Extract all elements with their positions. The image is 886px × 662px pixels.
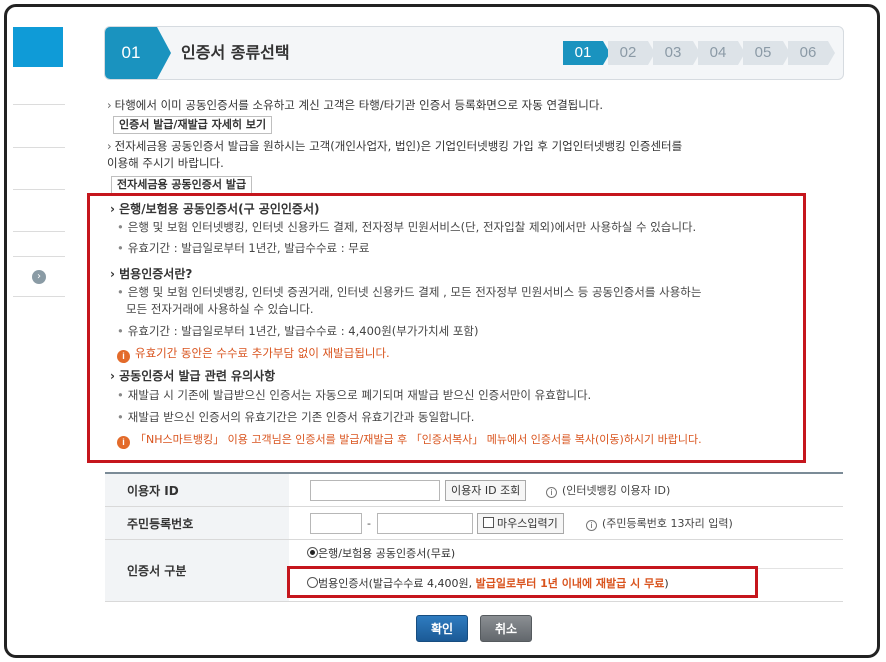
confirm-button[interactable]: 확인 bbox=[416, 615, 468, 642]
mouse-keypad-button[interactable]: 마우스입력기 bbox=[477, 513, 564, 534]
option-highlight-box bbox=[287, 566, 758, 598]
section-title-general-cert: › 범용인증서란? bbox=[110, 267, 193, 281]
bullet-icon: • bbox=[117, 410, 124, 424]
intro-line-1: › 타행에서 이미 공동인증서를 소유하고 계신 고객은 타행/타기관 인증서 등… bbox=[107, 98, 604, 112]
rrn-front-input[interactable] bbox=[310, 513, 362, 534]
bullet-icon: › bbox=[110, 369, 115, 383]
row-rrn: 주민등록번호 - 마우스입력기 i (주민등록번호 13자리 입력) bbox=[105, 507, 843, 540]
notice-item: • 은행 및 보험 인터넷뱅킹, 인터넷 신용카드 결제, 전자정부 민원서비스(… bbox=[117, 220, 697, 234]
checkbox-icon[interactable] bbox=[483, 517, 494, 528]
intro-line-2: › 전자세금용 공동인증서 발급을 원하시는 고객(개인사업자, 법인)은 기업인… bbox=[107, 139, 683, 170]
notice-item: • 재발급 받으신 인증서의 유효기간은 기존 인증서 유효기간과 동일합니다. bbox=[117, 410, 475, 424]
step-header: 01 인증서 종류선택 01 02 03 04 05 06 bbox=[104, 26, 844, 80]
info-icon: i bbox=[546, 487, 557, 498]
step-indicator: 01 02 03 04 05 06 bbox=[563, 41, 835, 65]
rrn-back-input[interactable] bbox=[377, 513, 473, 534]
sidebar-divider bbox=[13, 104, 65, 105]
info-warning-icon: i bbox=[117, 436, 130, 449]
sidebar-divider bbox=[13, 147, 65, 148]
section-title-bank-cert: › 은행/보험용 공동인증서(구 공인인증서) bbox=[110, 202, 320, 216]
user-id-hint: i (인터넷뱅킹 이용자 ID) bbox=[546, 480, 670, 501]
bullet-icon: • bbox=[117, 241, 124, 255]
sidebar-divider bbox=[13, 256, 65, 257]
rrn-label: 주민등록번호 bbox=[105, 507, 289, 539]
notice-item: • 재발급 시 기존에 발급받으신 인증서는 자동으로 폐기되며 재발급 받으신 … bbox=[117, 388, 592, 402]
sidebar-divider bbox=[13, 231, 65, 232]
step-4: 04 bbox=[698, 41, 745, 65]
sidebar-active-tab[interactable] bbox=[13, 27, 63, 67]
bullet-icon: • bbox=[117, 220, 124, 234]
bullet-icon: • bbox=[117, 388, 124, 402]
info-icon: i bbox=[586, 520, 597, 531]
step-6: 06 bbox=[788, 41, 835, 65]
bullet-icon: › bbox=[107, 139, 112, 153]
radio-checked-icon[interactable] bbox=[307, 547, 318, 558]
rrn-hint: i (주민등록번호 13자리 입력) bbox=[586, 513, 733, 534]
rrn-dash: - bbox=[367, 517, 371, 530]
notice-warning: i 유효기간 동안은 수수료 추가부담 없이 재발급됩니다. bbox=[117, 345, 390, 363]
current-step-number: 01 bbox=[105, 27, 157, 79]
bullet-icon: › bbox=[110, 267, 115, 281]
cert-form: 이용자 ID 이용자 ID 조회 i (인터넷뱅킹 이용자 ID) 주민등록번호 … bbox=[105, 472, 843, 602]
sidebar-divider bbox=[13, 296, 65, 297]
notice-warning: i 「NH스마트뱅킹」 이용 고객님은 인증서를 발급/재발급 후 「인증서복사」… bbox=[117, 431, 702, 449]
tax-cert-issue-button[interactable]: 전자세금용 공동인증서 발급 bbox=[111, 176, 253, 194]
sidebar-expand-icon[interactable]: › bbox=[32, 270, 46, 284]
step-arrow-icon bbox=[157, 27, 171, 79]
step-5: 05 bbox=[743, 41, 790, 65]
cancel-button[interactable]: 취소 bbox=[480, 615, 532, 642]
cert-type-label: 인증서 구분 bbox=[105, 540, 289, 601]
bullet-icon: › bbox=[110, 202, 115, 216]
window-frame: › 01 인증서 종류선택 01 02 03 04 05 06 › 타행에서 이미… bbox=[4, 4, 880, 658]
notice-item: • 유효기간 : 발급일로부터 1년간, 발급수수료 : 무료 bbox=[117, 241, 370, 255]
step-3: 03 bbox=[653, 41, 700, 65]
info-warning-icon: i bbox=[117, 350, 130, 363]
cert-issue-detail-button[interactable]: 인증서 발급/재발급 자세히 보기 bbox=[113, 116, 273, 134]
bullet-icon: • bbox=[117, 324, 124, 338]
notice-item: • 은행 및 보험 인터넷뱅킹, 인터넷 증권거래, 인터넷 신용카드 결제 , … bbox=[117, 285, 702, 316]
user-id-lookup-button[interactable]: 이용자 ID 조회 bbox=[445, 480, 527, 501]
section-title-precautions: › 공동인증서 발급 관련 유의사항 bbox=[110, 369, 276, 383]
bullet-icon: › bbox=[107, 98, 112, 112]
notice-item: • 유효기간 : 발급일로부터 1년간, 발급수수료 : 4,400원(부가가치세… bbox=[117, 324, 479, 338]
bullet-icon: • bbox=[117, 285, 124, 299]
sidebar-divider bbox=[13, 189, 65, 190]
cert-type-option-bank[interactable]: 은행/보험용 공동인증서(무료) bbox=[307, 545, 455, 563]
user-id-label: 이용자 ID bbox=[105, 474, 289, 506]
step-1: 01 bbox=[563, 41, 610, 65]
step-2: 02 bbox=[608, 41, 655, 65]
user-id-input[interactable] bbox=[310, 480, 440, 501]
row-user-id: 이용자 ID 이용자 ID 조회 i (인터넷뱅킹 이용자 ID) bbox=[105, 474, 843, 507]
page-title: 인증서 종류선택 bbox=[181, 43, 290, 62]
